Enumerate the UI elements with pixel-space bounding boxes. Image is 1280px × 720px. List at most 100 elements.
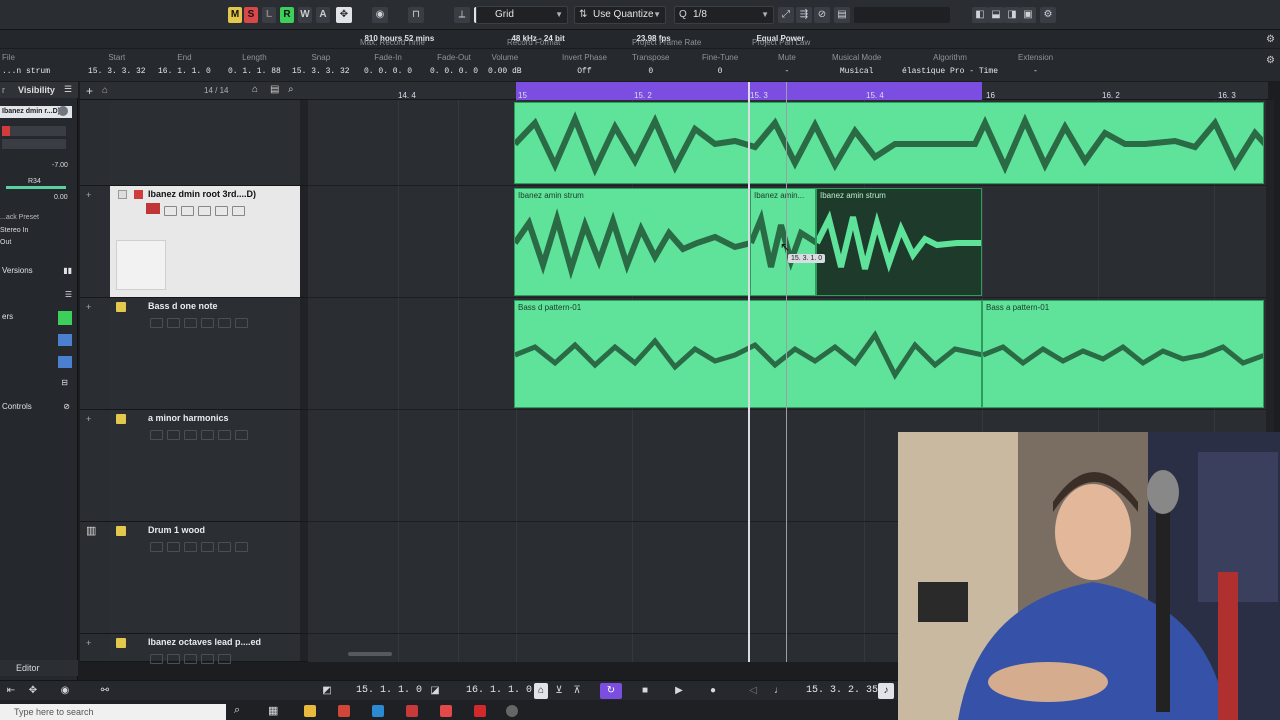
audio-event-bass-a[interactable]: Bass a pattern-01 (982, 300, 1264, 408)
solo-all-button[interactable]: S (244, 7, 258, 23)
sync-icon[interactable]: ♪ (878, 683, 894, 699)
track-row-ibanez-dmin[interactable]: + Ibanez dmin root 3rd....D) (80, 186, 308, 298)
read-button[interactable] (184, 542, 197, 552)
audio-event-ibanez-amin-3-selected[interactable]: Ibanez amin strum (816, 188, 982, 296)
project-cursor[interactable] (748, 82, 750, 662)
freeze-button[interactable] (218, 318, 231, 328)
track-search-icon[interactable]: ⌕ (288, 84, 294, 95)
track-name[interactable]: Bass d one note (148, 301, 218, 311)
record-button[interactable]: ● (704, 683, 722, 699)
section-inserts[interactable]: ers (0, 311, 72, 326)
info-fade-in[interactable]: Fade-In 0. 0. 0. 0 (364, 53, 412, 76)
left-locator-icon[interactable]: ◩ (318, 683, 336, 699)
punch-out-icon[interactable]: ⊼ (570, 683, 584, 699)
mute-all-button[interactable]: M (228, 7, 242, 23)
file-explorer-icon[interactable] (304, 705, 316, 717)
play-button[interactable]: ▶ (670, 683, 688, 699)
freeze-button[interactable] (218, 654, 231, 664)
monitor-button[interactable] (167, 430, 180, 440)
record-button[interactable] (150, 318, 163, 328)
snap-icon[interactable]: ⟂ (454, 7, 470, 23)
app-network-icon[interactable] (506, 705, 518, 717)
link-icon[interactable]: ⚯ (96, 683, 114, 699)
menu-icon[interactable]: ☰ (64, 84, 72, 95)
info-start[interactable]: Start 15. 3. 3. 32 (88, 53, 146, 76)
metronome-icon[interactable]: ◁ (744, 683, 762, 699)
inspector-button-row-2[interactable] (2, 139, 66, 149)
audio-event[interactable] (514, 102, 1264, 184)
edit-button[interactable] (235, 542, 248, 552)
freeze-button[interactable] (218, 430, 231, 440)
track-row-0[interactable] (80, 100, 308, 186)
monitor-button[interactable] (167, 654, 180, 664)
add-track-icon[interactable]: + (86, 84, 93, 98)
write-button[interactable] (201, 430, 214, 440)
record-button[interactable] (150, 654, 163, 664)
info-transpose[interactable]: Transpose 0 (632, 53, 670, 76)
horizontal-scrollbar[interactable] (348, 652, 392, 656)
inspector-pan-value[interactable]: R34 (28, 178, 41, 185)
layout-bottom-icon[interactable]: ⬓ (988, 7, 1004, 23)
monitor-button[interactable] (167, 318, 180, 328)
section-sends[interactable] (0, 356, 72, 370)
track-expand-icon[interactable]: + (86, 190, 91, 200)
layout-full-icon[interactable]: ▣ (1020, 7, 1036, 23)
color-icon[interactable]: ▤ (834, 7, 850, 23)
monitor-button[interactable] (164, 206, 177, 216)
track-checkbox[interactable] (118, 190, 127, 199)
info-algorithm[interactable]: Algorithm élastique Pro - Time (902, 53, 998, 76)
snap-type-select[interactable]: Grid ▼ (476, 6, 568, 24)
write-button[interactable] (201, 542, 214, 552)
info-file[interactable]: File ...n strum (2, 53, 50, 76)
eye-icon[interactable]: ◉ (56, 683, 74, 699)
listen-button[interactable]: L (262, 7, 276, 23)
eventrow-gear-icon[interactable]: ⚙ (1266, 55, 1275, 66)
record-enable-button[interactable] (146, 203, 160, 214)
track-row-drum-1-wood[interactable]: ▥ Drum 1 wood (80, 522, 308, 634)
iterative-quantize-icon[interactable]: ⤢ (778, 7, 794, 23)
section-eq[interactable] (0, 334, 72, 348)
timeline-ruler[interactable]: 14. 4 15 15. 2 15. 3 15. 4 16 16. 2 16. … (308, 82, 1268, 100)
quantize-value-select[interactable]: Q 1/8 ▼ (674, 6, 774, 24)
write-button[interactable] (201, 654, 214, 664)
read-button[interactable] (184, 318, 197, 328)
right-locator-icon[interactable]: ◪ (426, 683, 444, 699)
position-display[interactable]: 15. 3. 2. 35 (806, 685, 878, 696)
quantize-mode-select[interactable]: ⇅ Use Quantize ▼ (574, 6, 666, 24)
info-extension[interactable]: Extension - (1018, 53, 1053, 76)
monitor-button[interactable] (167, 542, 180, 552)
track-list-icon[interactable]: ▤ (270, 84, 279, 95)
right-locator-display[interactable]: 16. 1. 1. 0 (466, 685, 532, 696)
talkback-icon[interactable]: ◉ (372, 7, 388, 23)
record-button[interactable] (150, 542, 163, 552)
store-icon[interactable] (338, 705, 350, 717)
track-name[interactable]: Ibanez dmin root 3rd....D) (148, 189, 256, 199)
edit-button[interactable] (235, 318, 248, 328)
quantize-apply-icon[interactable]: ⇶ (796, 7, 812, 23)
track-expand-icon[interactable]: + (86, 638, 91, 648)
record-button[interactable] (150, 430, 163, 440)
inspector-record-button[interactable] (2, 126, 10, 136)
section-quick-controls[interactable]: Controls ⊘ (0, 402, 72, 416)
inspector-edit-icon[interactable] (58, 106, 68, 116)
punch-in-icon[interactable]: ⊻ (552, 683, 566, 699)
object-select-icon[interactable]: ✥ (336, 7, 352, 23)
section-layers[interactable]: ☰ (0, 290, 72, 304)
infoline-gear-icon[interactable]: ⚙ (1266, 34, 1275, 45)
browser-icon[interactable] (372, 705, 384, 717)
inspector-output[interactable]: Out (0, 239, 11, 246)
tab-visibility[interactable]: Visibility (18, 85, 55, 95)
track-name[interactable]: Drum 1 wood (148, 525, 205, 535)
tempo-icon[interactable]: ♩ (770, 683, 788, 699)
freeze-button[interactable] (215, 206, 228, 216)
settings-gear-icon[interactable]: ⚙ (1040, 7, 1056, 23)
inspector-track-preset[interactable]: ...ack Preset (0, 214, 39, 221)
inspector-input[interactable]: Stereo In (0, 227, 28, 234)
info-volume[interactable]: Volume 0.00 dB (488, 53, 522, 76)
read-button[interactable] (184, 654, 197, 664)
move-icon[interactable]: ✥ (24, 683, 42, 699)
cycle-button[interactable]: ↻ (600, 683, 622, 699)
layout-right-icon[interactable]: ◨ (1004, 7, 1020, 23)
track-lock-icon[interactable]: ⌂ (252, 84, 258, 95)
search-icon[interactable]: ⌕ (234, 704, 240, 717)
